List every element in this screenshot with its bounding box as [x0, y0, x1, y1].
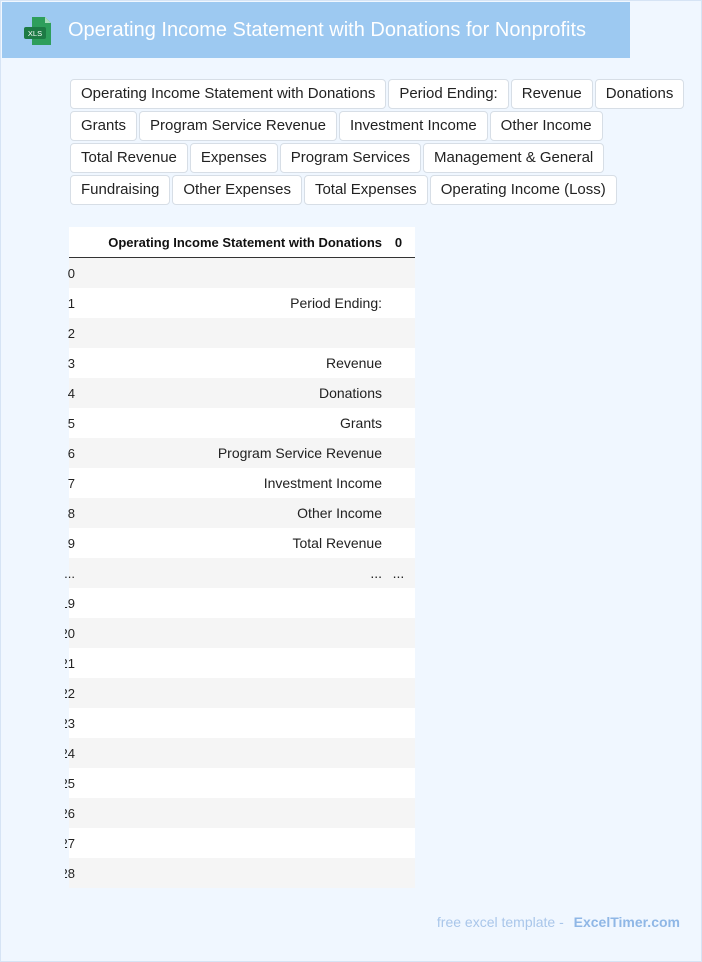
table-row: 28 [65, 858, 415, 888]
table-body: 0 1 Period Ending: 2 3 Revenue 4 Donations 5 Gran… [65, 258, 415, 888]
tag-button[interactable]: Other Expenses [172, 175, 302, 205]
row-index: 19 [65, 595, 75, 611]
table-row: 27 [65, 828, 415, 858]
table-row: 21 [65, 648, 415, 678]
page-title: Operating Income Statement with Donation… [68, 19, 587, 41]
row-label: Program Service Revenue [217, 445, 382, 461]
row-label: Revenue [325, 355, 382, 371]
table-row: 9 Total Revenue [68, 528, 415, 558]
row-index: 9 [67, 535, 75, 551]
tag-button[interactable]: Other Income [489, 111, 603, 141]
tag-button[interactable]: Fundraising [70, 175, 171, 205]
tag-button[interactable]: Management & General [422, 143, 605, 173]
row-index: 1 [67, 295, 75, 311]
row-index: 24 [65, 745, 75, 761]
row-label: Investment Income [263, 475, 382, 491]
row-index: 20 [65, 625, 75, 641]
tag-button[interactable]: Investment Income [338, 111, 488, 141]
table-row: 23 [65, 708, 415, 738]
footer: free excel template - ExcelTimer.com [437, 914, 680, 930]
row-index: 26 [65, 805, 75, 821]
row-index: 8 [67, 505, 75, 521]
column-header-value: 0 [394, 234, 403, 250]
tag-button[interactable]: Operating Income (Loss) [429, 175, 617, 205]
row-label: Donations [318, 385, 382, 401]
table-row: 20 [65, 618, 415, 648]
table-row: ......... [65, 558, 415, 588]
tag-button[interactable]: Grants [70, 111, 138, 141]
spreadsheet-preview: Operating Income Statement with Donation… [65, 227, 415, 888]
table-row: 6 Program Service Revenue [68, 438, 415, 468]
row-index: 25 [65, 775, 75, 791]
tag-button[interactable]: Donations [594, 79, 685, 109]
row-value: ... [392, 565, 405, 581]
column-header-label: Operating Income Statement with Donation… [108, 234, 382, 250]
tag-button[interactable]: Expenses [189, 143, 278, 173]
table-row: 1 Period Ending: [68, 288, 415, 318]
row-index: 21 [65, 655, 75, 671]
table-row: 19 [65, 588, 415, 618]
row-index: 0 [67, 265, 75, 281]
page-frame: XLS Operating Income Statement with Dona… [0, 0, 702, 962]
table-row: 2 [68, 318, 415, 348]
tag-button[interactable]: Revenue [510, 79, 593, 109]
xls-file-icon: XLS [24, 17, 51, 45]
row-label: ... [370, 565, 382, 581]
footer-text: free excel template - [436, 914, 564, 930]
table-row: 8 Other Income [68, 498, 415, 528]
table-row: 7 Investment Income [68, 468, 415, 498]
row-index: 6 [67, 445, 75, 461]
row-index: 27 [65, 835, 75, 851]
row-index: ... [65, 565, 75, 581]
footer-brand-link[interactable]: ExcelTimer.com [574, 914, 680, 930]
row-index: 28 [65, 865, 75, 881]
table-row: 26 [65, 798, 415, 828]
row-index: 2 [67, 325, 75, 341]
row-index: 22 [65, 685, 75, 701]
row-index: 7 [67, 475, 75, 491]
row-index: 3 [67, 355, 75, 371]
tag-button[interactable]: Period Ending: [388, 79, 509, 109]
table-row: 22 [65, 678, 415, 708]
keyword-tags: Operating Income Statement with Donation… [70, 79, 700, 207]
row-index: 23 [65, 715, 75, 731]
row-label: Total Revenue [292, 535, 382, 551]
row-label: Grants [339, 415, 382, 431]
table-row: 5 Grants [68, 408, 415, 438]
xls-icon-text: XLS [28, 29, 42, 38]
table-row: 0 [68, 258, 415, 288]
table-row: 24 [65, 738, 415, 768]
title-bar: XLS Operating Income Statement with Dona… [2, 2, 630, 58]
tag-button[interactable]: Program Service Revenue [139, 111, 337, 141]
table-row: 25 [65, 768, 415, 798]
row-label: Other Income [297, 505, 382, 521]
tag-button[interactable]: Total Expenses [303, 175, 428, 205]
row-index: 5 [67, 415, 75, 431]
table-row: 3 Revenue [68, 348, 415, 378]
row-label: Period Ending: [290, 295, 382, 311]
tag-button[interactable]: Operating Income Statement with Donation… [70, 79, 387, 109]
table-header: Operating Income Statement with Donation… [69, 227, 415, 258]
table-row: 4 Donations [68, 378, 415, 408]
tag-button[interactable]: Program Services [279, 143, 421, 173]
row-index: 4 [67, 385, 75, 401]
tag-button[interactable]: Total Revenue [70, 143, 188, 173]
